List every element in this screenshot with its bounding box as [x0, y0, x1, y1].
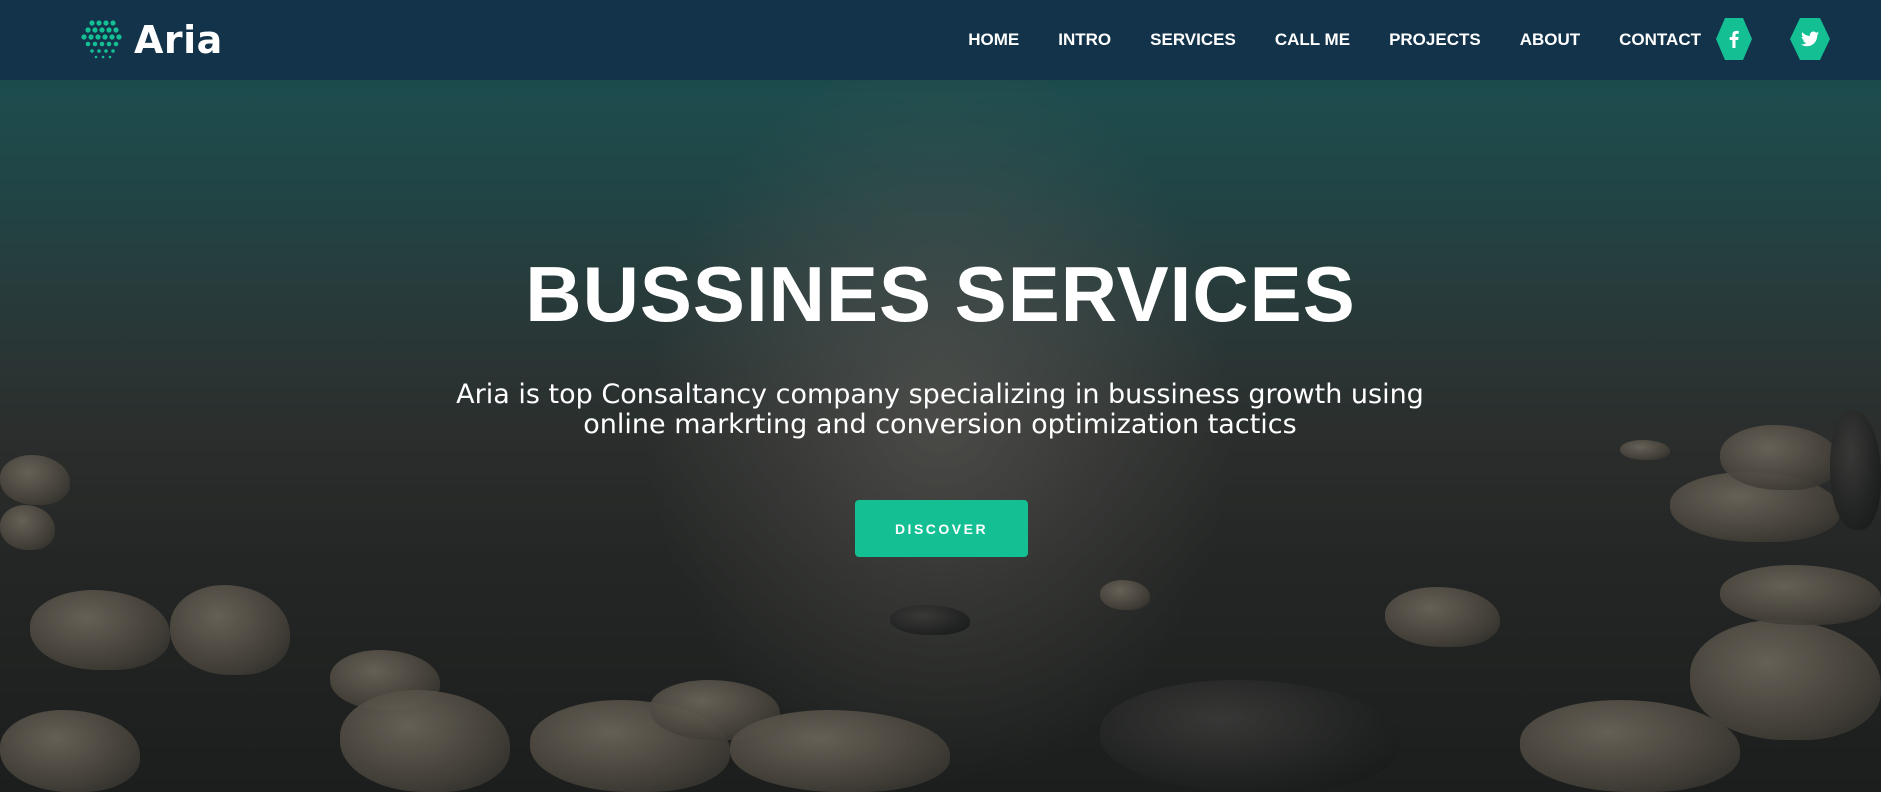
facebook-button[interactable] — [1716, 17, 1752, 61]
nav-item-about[interactable]: ABOUT — [1520, 30, 1580, 50]
twitter-icon — [1790, 18, 1830, 60]
nav-item-intro[interactable]: INTRO — [1058, 30, 1111, 50]
hero-subtitle: Aria is top Consaltancy company speciali… — [456, 379, 1424, 440]
nav-item-call-me[interactable]: CALL ME — [1275, 30, 1350, 50]
nav-item-home[interactable]: HOME — [968, 30, 1019, 50]
brand-name: Aria — [134, 18, 223, 62]
main-nav: HOME INTRO SERVICES CALL ME PROJECTS ABO… — [929, 0, 1701, 80]
logo-dots-icon — [81, 20, 122, 59]
nav-item-services[interactable]: SERVICES — [1150, 30, 1236, 50]
page: Aria HOME INTRO SERVICES CALL ME PROJECT… — [0, 0, 1881, 792]
facebook-icon — [1716, 18, 1752, 60]
twitter-button[interactable] — [1790, 17, 1830, 61]
navbar: Aria HOME INTRO SERVICES CALL ME PROJECT… — [0, 0, 1881, 80]
discover-button[interactable]: DISCOVER — [855, 500, 1028, 557]
hero-title: BUSSINES SERVICES — [525, 250, 1356, 338]
nav-item-contact[interactable]: CONTACT — [1619, 30, 1701, 50]
nav-item-projects[interactable]: PROJECTS — [1389, 30, 1481, 50]
brand-logo[interactable]: Aria — [80, 18, 223, 62]
